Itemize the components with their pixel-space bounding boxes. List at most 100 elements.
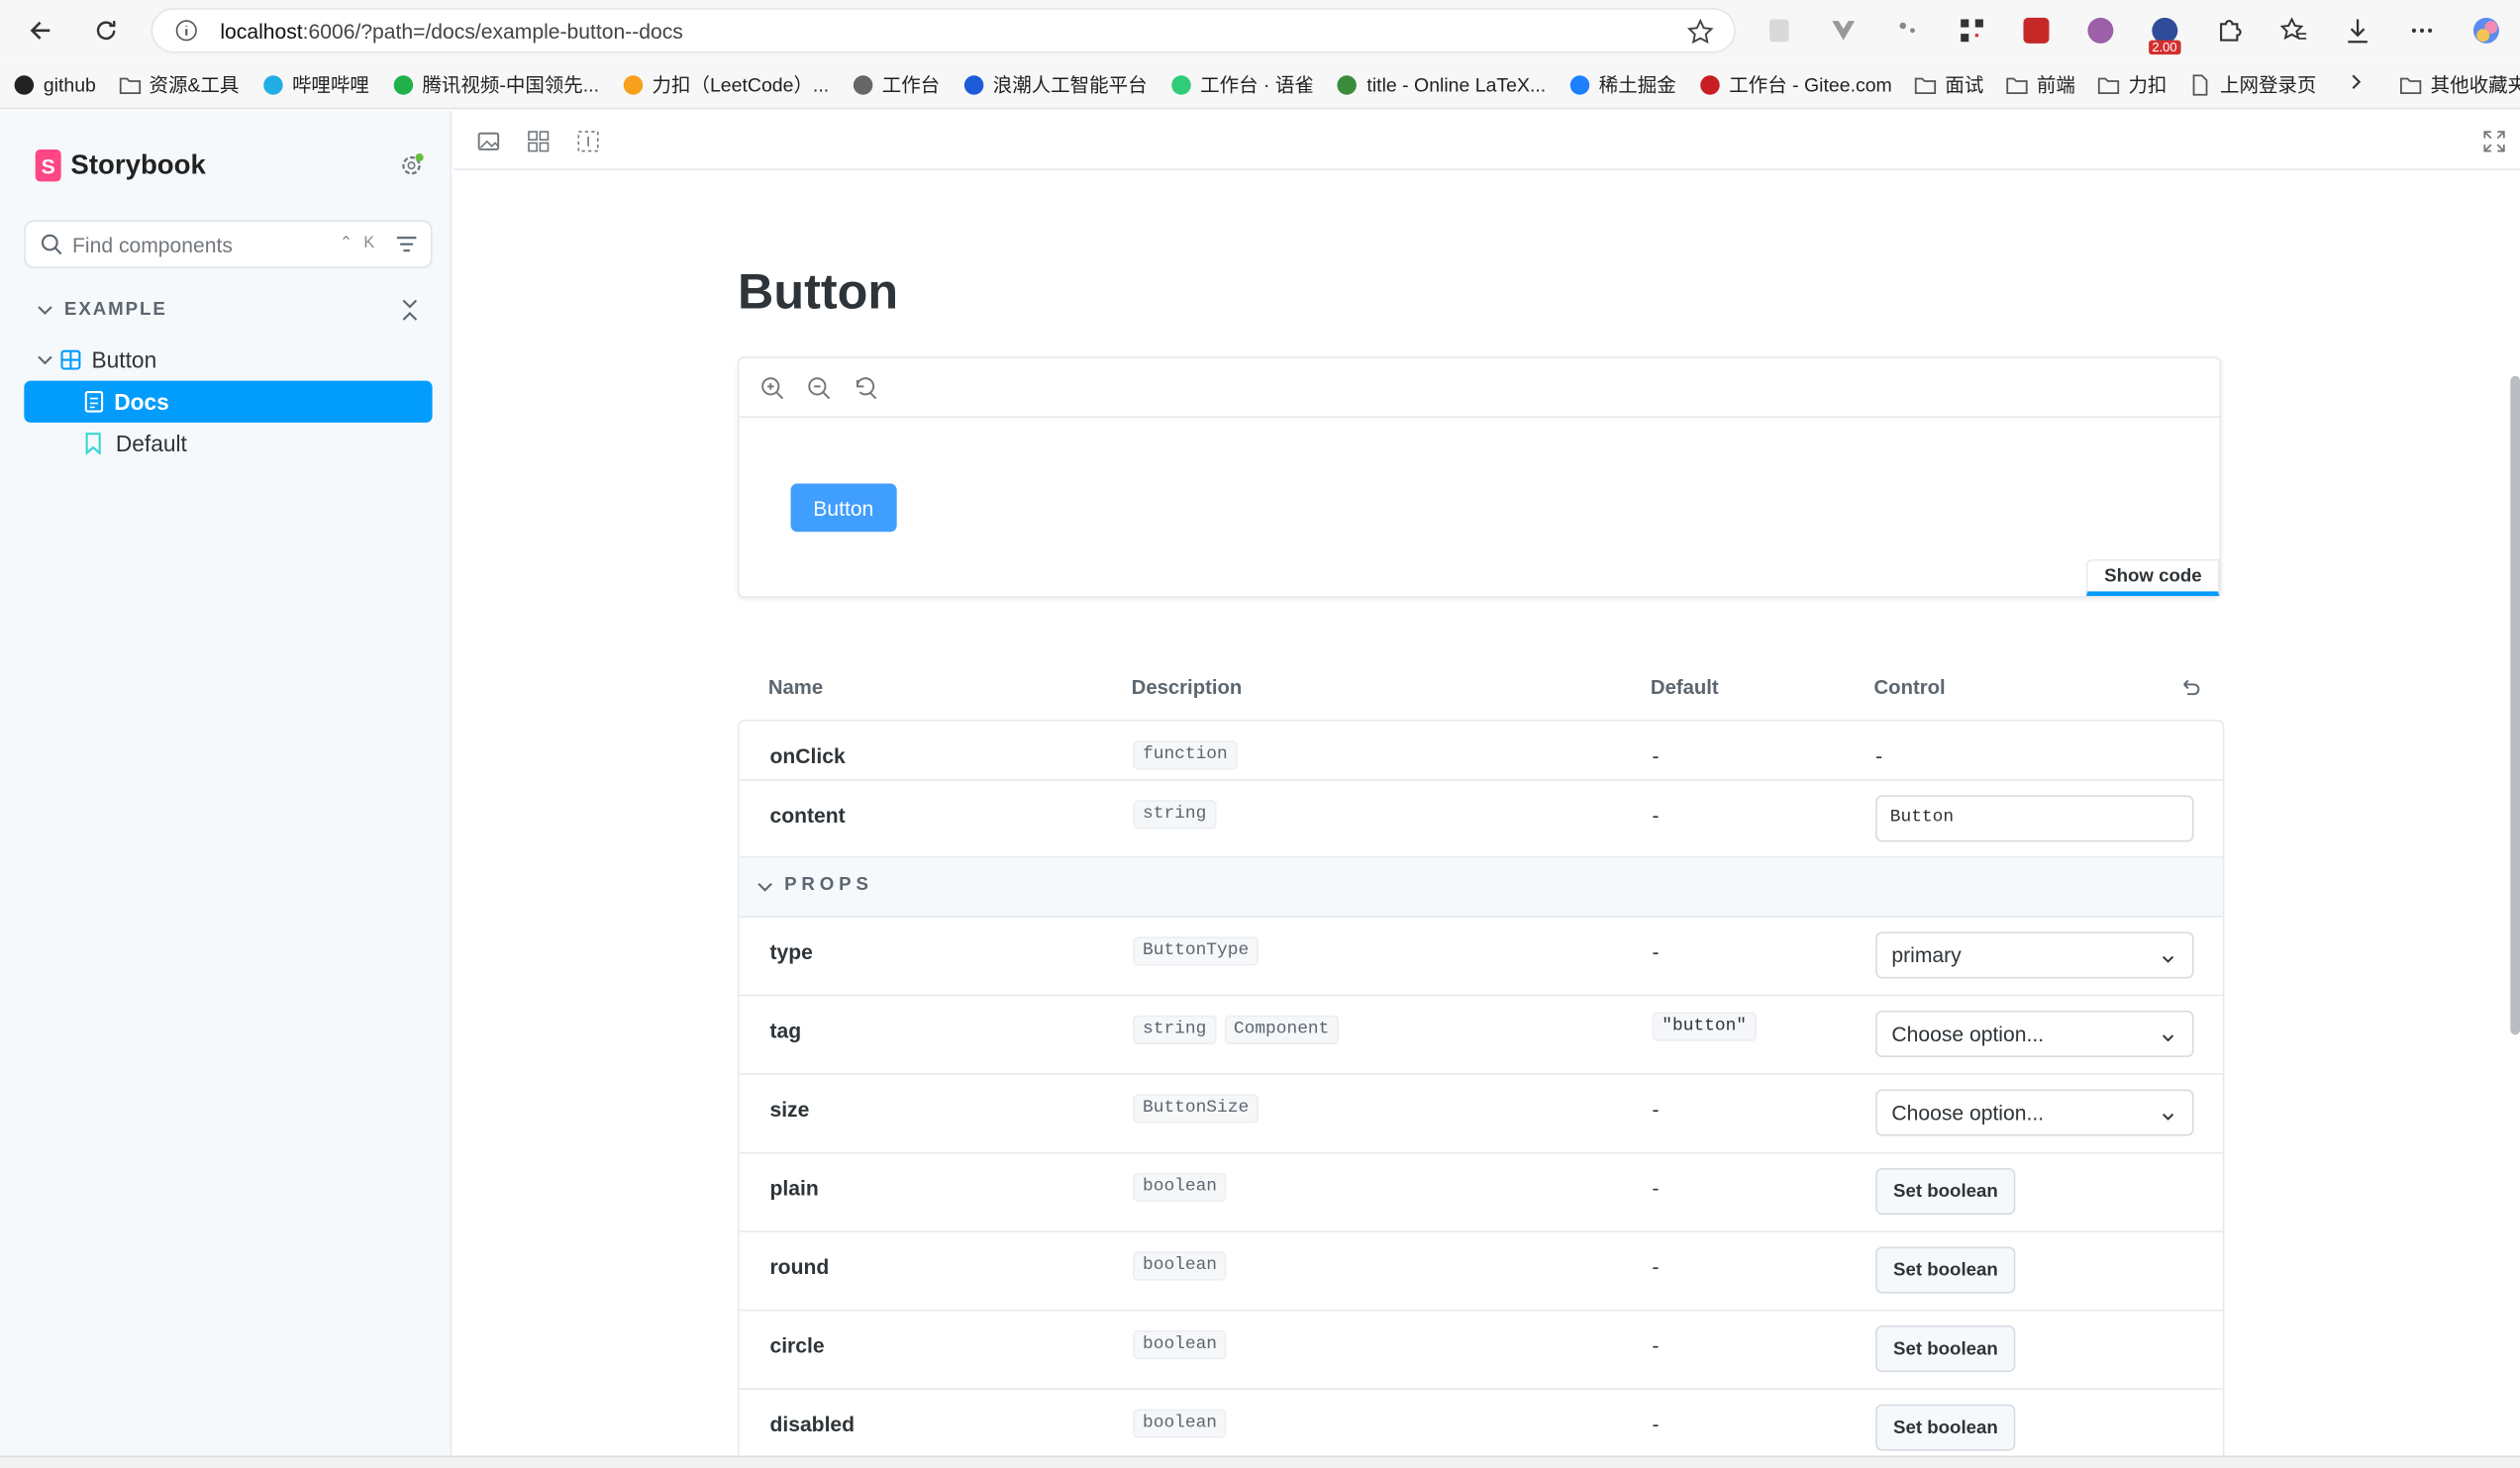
type-badge: string (1133, 800, 1217, 830)
type-badge: boolean (1133, 1172, 1227, 1203)
tag-select[interactable]: Choose option... (1875, 1010, 2194, 1057)
back-arrow-icon[interactable] (18, 8, 62, 52)
bookmark-item[interactable]: 力扣 (2098, 70, 2167, 98)
reset-controls-icon[interactable] (2179, 676, 2202, 699)
extensions-puzzle-icon[interactable] (2205, 10, 2254, 51)
storybook-logo[interactable]: S Storybook (35, 148, 206, 182)
bookmark-item[interactable]: 浪潮人工智能平台 (962, 70, 1148, 98)
type-badge: function (1133, 740, 1238, 770)
type-badge: string (1133, 1015, 1217, 1045)
scrollbar[interactable] (2510, 375, 2520, 1035)
chevron-down-icon (38, 355, 52, 365)
settings-gear-icon[interactable] (399, 152, 425, 178)
tencent-video-icon (392, 73, 415, 96)
search-input[interactable]: Find components ⌃ K (24, 220, 433, 269)
sidebar-item-button[interactable]: Button (24, 339, 432, 380)
zoom-reset-icon[interactable] (854, 376, 877, 400)
sparkle-extension-icon[interactable] (1883, 10, 1932, 51)
prop-control: Choose option... (1875, 1089, 2194, 1136)
table-row: type ButtonType - primary (739, 918, 2223, 997)
favorites-icon[interactable] (2269, 10, 2318, 51)
prop-name: plain (769, 1176, 819, 1201)
show-code-button[interactable]: Show code (2086, 558, 2220, 597)
zoom-out-icon[interactable] (807, 376, 831, 400)
reload-icon[interactable] (83, 8, 128, 52)
zoom-in-icon[interactable] (760, 376, 784, 400)
type-badge: boolean (1133, 1251, 1227, 1281)
size-select[interactable]: Choose option... (1875, 1089, 2194, 1136)
bookmark-item[interactable]: 资源&工具 (119, 70, 239, 98)
sidebar-item-docs[interactable]: Docs (24, 380, 433, 423)
download-icon[interactable] (2334, 10, 2382, 51)
favorite-star-icon[interactable] (1686, 18, 1715, 47)
group-header-example[interactable]: EXAMPLE (36, 299, 428, 321)
bookmark-label: title - Online LaTeX... (1366, 72, 1547, 96)
disabled-set-boolean-button[interactable]: Set boolean (1875, 1404, 2016, 1451)
bookmark-item[interactable]: 工作台 - Gitee.com (1698, 70, 1892, 98)
purple-extension-icon[interactable] (2076, 10, 2125, 51)
prop-control: Set boolean (1875, 1167, 2016, 1216)
bookmark-label: 力扣（LeetCode）... (652, 73, 830, 97)
chevron-down-icon (757, 882, 772, 892)
chevron-down-icon (38, 306, 52, 315)
chevron-right-icon[interactable] (2349, 72, 2365, 96)
folder-icon (119, 73, 142, 96)
sidebar-item-default[interactable]: Default (24, 423, 432, 464)
type-select[interactable]: primary (1875, 931, 2194, 979)
table-row: tag string Component "button" Choose option.… (739, 996, 2223, 1075)
grid-icon[interactable] (526, 129, 552, 154)
info-icon[interactable] (175, 19, 198, 42)
address-bar[interactable]: localhost:6006/?path=/docs/example-butto… (151, 8, 1736, 53)
more-menu-icon[interactable] (2398, 10, 2447, 51)
other-bookmarks[interactable]: 其他收藏夹 (2400, 70, 2520, 98)
round-set-boolean-button[interactable]: Set boolean (1875, 1246, 2016, 1294)
bookmark-item[interactable]: title - Online LaTeX... (1337, 72, 1547, 96)
juejin-icon (1568, 73, 1591, 96)
content-text-input[interactable]: Button (1875, 795, 2194, 842)
bookmark-item[interactable]: 哔哩哔哩 (261, 70, 369, 98)
prop-default: - (1652, 1176, 1660, 1201)
select-value: primary (1891, 942, 1962, 968)
chevron-down-icon (2160, 1106, 2175, 1129)
fullscreen-icon[interactable] (2481, 129, 2507, 154)
bookmark-item[interactable]: 稀土掘金 (1568, 70, 1676, 98)
document-icon (84, 390, 104, 413)
filter-icon[interactable] (395, 233, 418, 255)
section-props-toggle[interactable]: PROPS (739, 857, 2223, 918)
prop-types: boolean (1133, 1329, 1227, 1360)
copilot-icon[interactable] (2463, 10, 2511, 51)
bookmark-item[interactable]: 工作台 (852, 70, 940, 98)
circle-set-boolean-button[interactable]: Set boolean (1875, 1325, 2016, 1373)
bookmark-item[interactable]: 上网登录页 (2189, 70, 2316, 98)
table-body: onClick function - - content string - Button PRO… (738, 720, 2225, 1468)
preview-toolbar (739, 358, 2220, 419)
chevron-down-icon (2160, 1027, 2175, 1050)
collapse-all-icon[interactable] (399, 297, 422, 323)
image-icon[interactable] (475, 129, 501, 154)
table-header: Name Description Default Control (738, 662, 2224, 720)
reader-icon[interactable] (1755, 10, 1803, 51)
folder-icon (2006, 73, 2029, 96)
bookmark-item[interactable]: 腾讯视频-中国领先... (392, 70, 599, 98)
bookmark-item[interactable]: 面试 (1915, 70, 1983, 98)
page-icon (2189, 73, 2212, 96)
prop-name: content (769, 803, 846, 828)
red-extension-icon[interactable] (2012, 10, 2061, 51)
bookmark-label: github (43, 72, 96, 96)
qr-code-icon[interactable] (1948, 10, 1996, 51)
flag-extension-icon[interactable]: 2.00 (2141, 10, 2189, 55)
vue-devtools-icon[interactable] (1819, 10, 1867, 51)
plain-set-boolean-button[interactable]: Set boolean (1875, 1167, 2016, 1216)
bookmark-item[interactable]: github (13, 73, 96, 96)
bookmark-label: 工作台 - Gitee.com (1729, 73, 1892, 97)
table-row: circle boolean - Set boolean (739, 1311, 2223, 1390)
storybook-sidebar: S Storybook Find components ⌃ K EXAMPLE … (0, 110, 453, 1468)
bookmark-item[interactable]: 工作台 · 语雀 (1169, 70, 1314, 98)
sidebar-item-label: Default (115, 430, 187, 456)
bookmark-item[interactable]: 前端 (2006, 70, 2075, 98)
demo-button[interactable]: Button (790, 483, 897, 533)
type-badge: ButtonSize (1133, 1094, 1259, 1124)
extension-badge: 2.00 (2149, 40, 2180, 55)
outline-icon[interactable] (575, 129, 601, 154)
bookmark-item[interactable]: 力扣（LeetCode）... (622, 70, 829, 98)
